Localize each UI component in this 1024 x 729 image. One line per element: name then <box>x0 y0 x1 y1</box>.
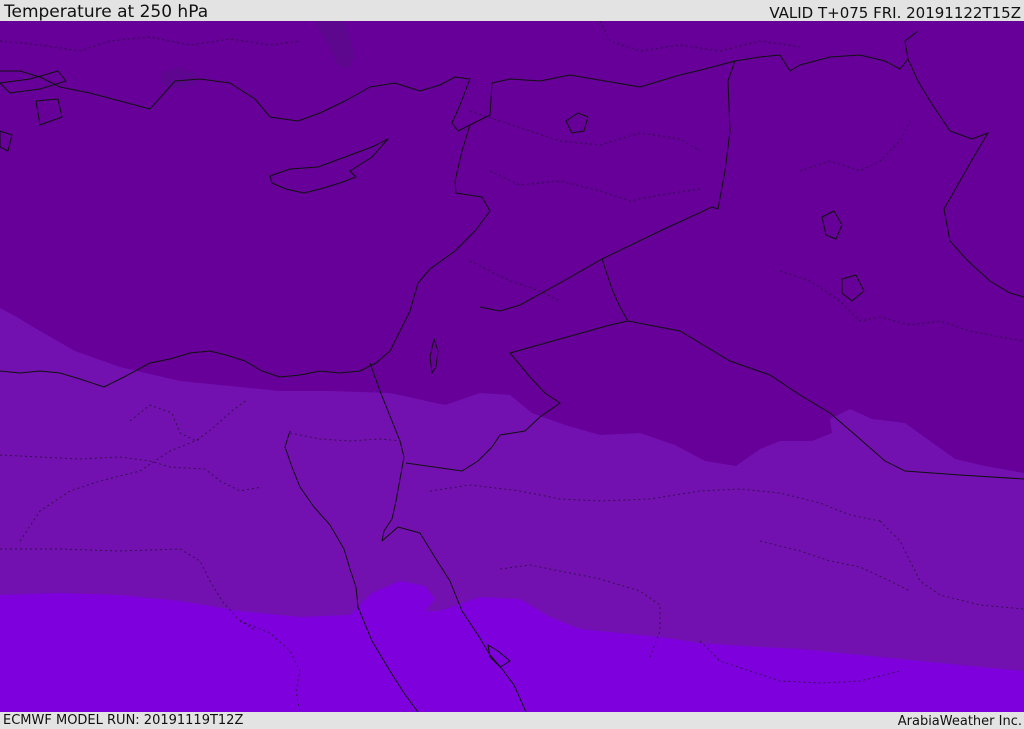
map-panel[interactable] <box>0 21 1024 712</box>
chart-title: Temperature at 250 hPa <box>4 2 209 22</box>
model-run-label: ECMWF MODEL RUN: 20191119T12Z <box>3 713 244 728</box>
footer-bar: ECMWF MODEL RUN: 20191119T12Z ArabiaWeat… <box>0 712 1024 729</box>
weather-map[interactable] <box>0 21 1024 712</box>
header-bar: Temperature at 250 hPa VALID T+075 FRI. … <box>0 0 1024 21</box>
credit-label: ArabiaWeather Inc. <box>897 714 1022 729</box>
valid-time: VALID T+075 FRI. 20191122T15Z <box>769 4 1021 22</box>
